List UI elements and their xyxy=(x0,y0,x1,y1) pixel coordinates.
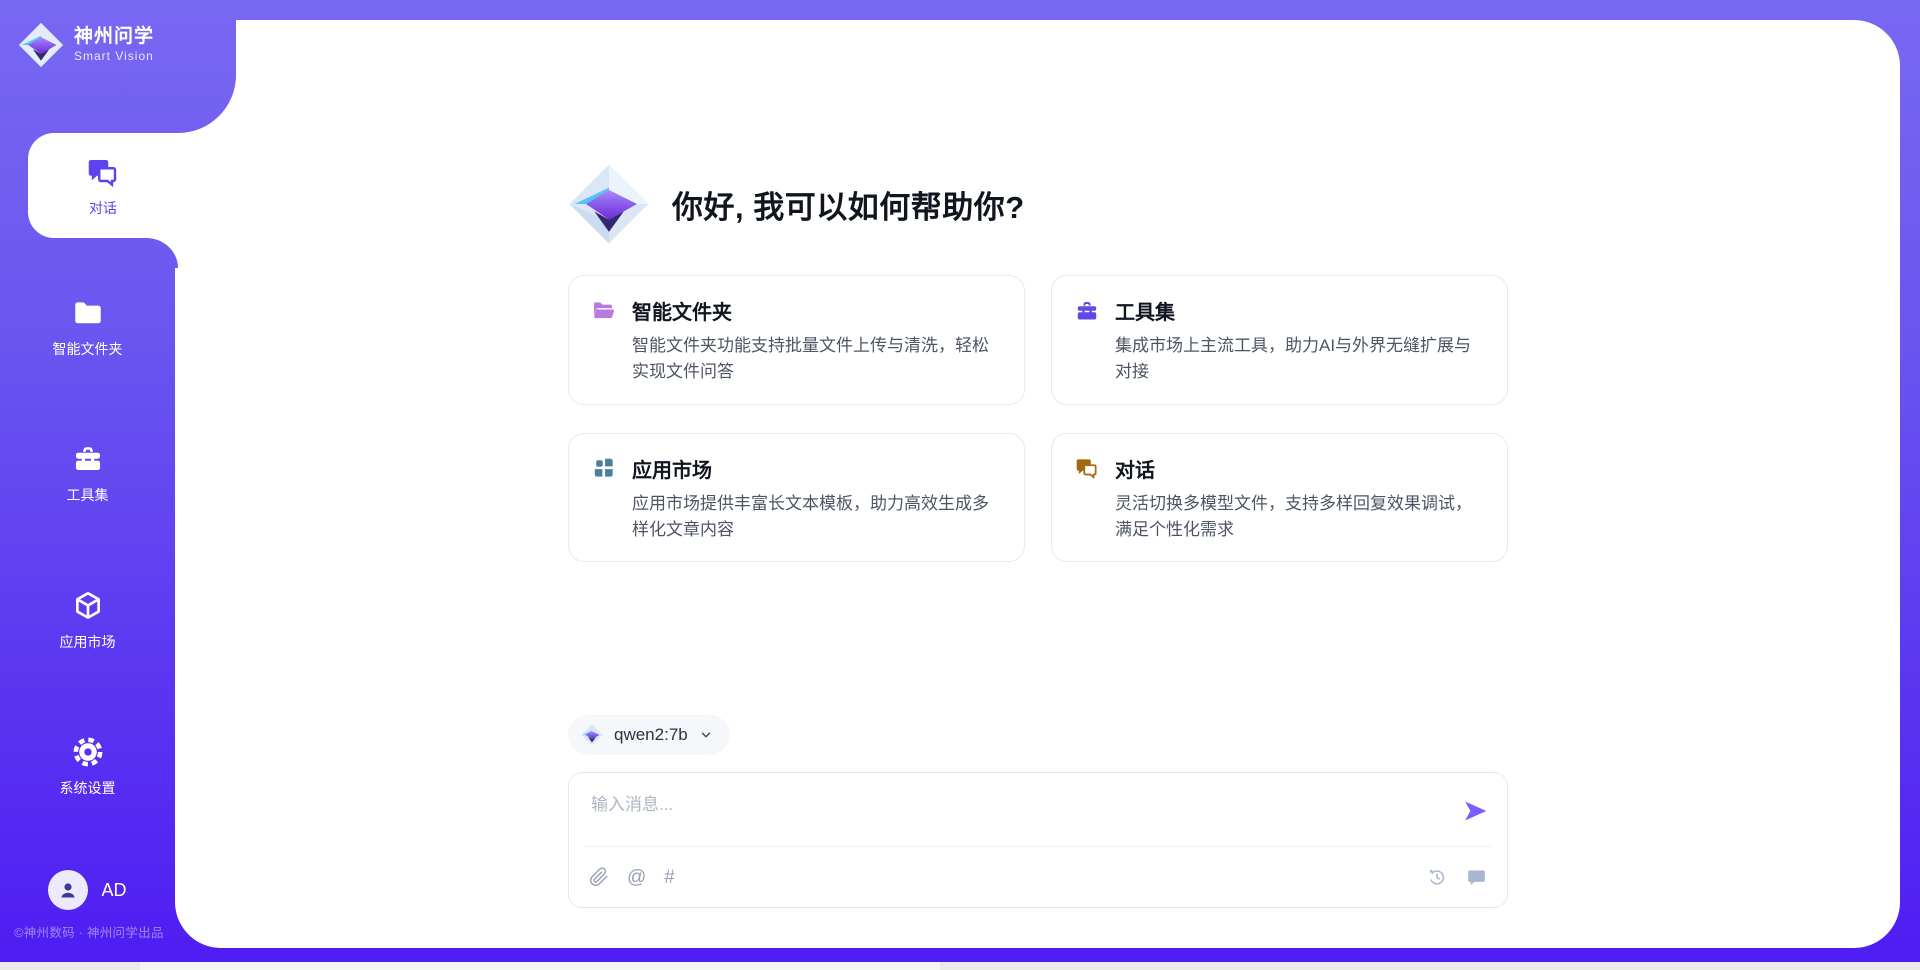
horizontal-scrollbar[interactable] xyxy=(0,962,1920,970)
card-title: 工具集 xyxy=(1115,296,1175,325)
card-chat[interactable]: 对话 灵活切换多模型文件，支持多样回复效果调试，满足个性化需求 xyxy=(1051,433,1508,563)
app-logo: 神州问学 Smart Vision xyxy=(18,22,154,68)
sidebar-item-label: 智能文件夹 xyxy=(53,339,123,359)
app-subtitle: Smart Vision xyxy=(74,50,154,64)
brand-diamond-icon xyxy=(568,163,650,245)
folder-open-icon xyxy=(591,298,617,324)
chat-bubbles-icon xyxy=(1074,455,1100,481)
card-title: 智能文件夹 xyxy=(632,296,732,325)
app-window: 你好, 我可以如何帮助你? 智能文件夹 智能文件夹功能支持批量文件上传与清洗，轻… xyxy=(0,0,1920,970)
logo-block: 神州问学 Smart Vision xyxy=(0,0,236,133)
feature-cards: 智能文件夹 智能文件夹功能支持批量文件上传与清洗，轻松实现文件问答 xyxy=(568,275,1508,562)
scrollbar-thumb[interactable] xyxy=(140,962,940,970)
card-desc: 智能文件夹功能支持批量文件上传与清洗，轻松实现文件问答 xyxy=(632,333,1002,386)
card-desc: 灵活切换多模型文件，支持多样回复效果调试，满足个性化需求 xyxy=(1115,491,1485,544)
gear-icon xyxy=(71,735,105,769)
tab-corner-curve xyxy=(146,238,178,268)
model-logo-icon xyxy=(581,724,603,746)
sidebar-footer-text: ©神州数码 · 神州问学出品 xyxy=(0,922,178,941)
chat-bubbles-icon xyxy=(85,154,121,190)
main-panel: 你好, 我可以如何帮助你? 智能文件夹 智能文件夹功能支持批量文件上传与清洗，轻… xyxy=(175,20,1900,948)
send-icon[interactable] xyxy=(1463,798,1489,824)
card-app-market[interactable]: 应用市场 应用市场提供丰富长文本模板，助力高效生成多样化文章内容 xyxy=(568,433,1025,563)
user-initials: AD xyxy=(101,880,126,901)
message-input[interactable] xyxy=(589,788,1439,838)
message-composer: @ # xyxy=(568,772,1508,908)
sidebar-item-toolset[interactable]: 工具集 xyxy=(0,442,175,505)
app-name: 神州问学 xyxy=(74,26,154,48)
model-name: qwen2:7b xyxy=(614,725,688,745)
sidebar-item-label: 系统设置 xyxy=(60,778,116,798)
card-smart-folder[interactable]: 智能文件夹 智能文件夹功能支持批量文件上传与清洗，轻松实现文件问答 xyxy=(568,275,1025,405)
app-grid-icon xyxy=(591,455,617,481)
user-profile[interactable]: AD xyxy=(0,870,175,910)
attachment-icon[interactable] xyxy=(589,867,609,887)
folder-icon xyxy=(71,296,105,330)
toolbox-icon xyxy=(1074,298,1100,324)
sidebar-item-label: 工具集 xyxy=(67,485,109,505)
toolbox-icon xyxy=(71,442,105,476)
card-toolset[interactable]: 工具集 集成市场上主流工具，助力AI与外界无缝扩展与对接 xyxy=(1051,275,1508,405)
card-title: 应用市场 xyxy=(632,454,712,483)
cube-icon xyxy=(71,589,105,623)
chevron-down-icon xyxy=(699,728,713,742)
greeting-row: 你好, 我可以如何帮助你? xyxy=(568,163,1025,245)
topic-icon[interactable]: # xyxy=(664,868,675,887)
mention-icon[interactable]: @ xyxy=(627,868,646,887)
card-title: 对话 xyxy=(1115,454,1155,483)
history-icon[interactable] xyxy=(1426,866,1448,888)
sidebar-item-label: 对话 xyxy=(89,198,117,218)
model-selector[interactable]: qwen2:7b xyxy=(568,715,730,755)
sidebar-item-chat[interactable]: 对话 xyxy=(28,133,178,238)
sidebar-item-label: 应用市场 xyxy=(60,632,116,652)
sidebar-item-app-market[interactable]: 应用市场 xyxy=(0,589,175,652)
card-desc: 应用市场提供丰富长文本模板，助力高效生成多样化文章内容 xyxy=(632,491,1002,544)
card-desc: 集成市场上主流工具，助力AI与外界无缝扩展与对接 xyxy=(1115,333,1485,386)
greeting-text: 你好, 我可以如何帮助你? xyxy=(672,182,1025,227)
feedback-icon[interactable] xyxy=(1466,867,1487,888)
sidebar-item-smart-folder[interactable]: 智能文件夹 xyxy=(0,296,175,359)
sidebar-item-settings[interactable]: 系统设置 xyxy=(0,735,175,798)
avatar xyxy=(48,870,88,910)
app-logo-icon xyxy=(18,22,64,68)
